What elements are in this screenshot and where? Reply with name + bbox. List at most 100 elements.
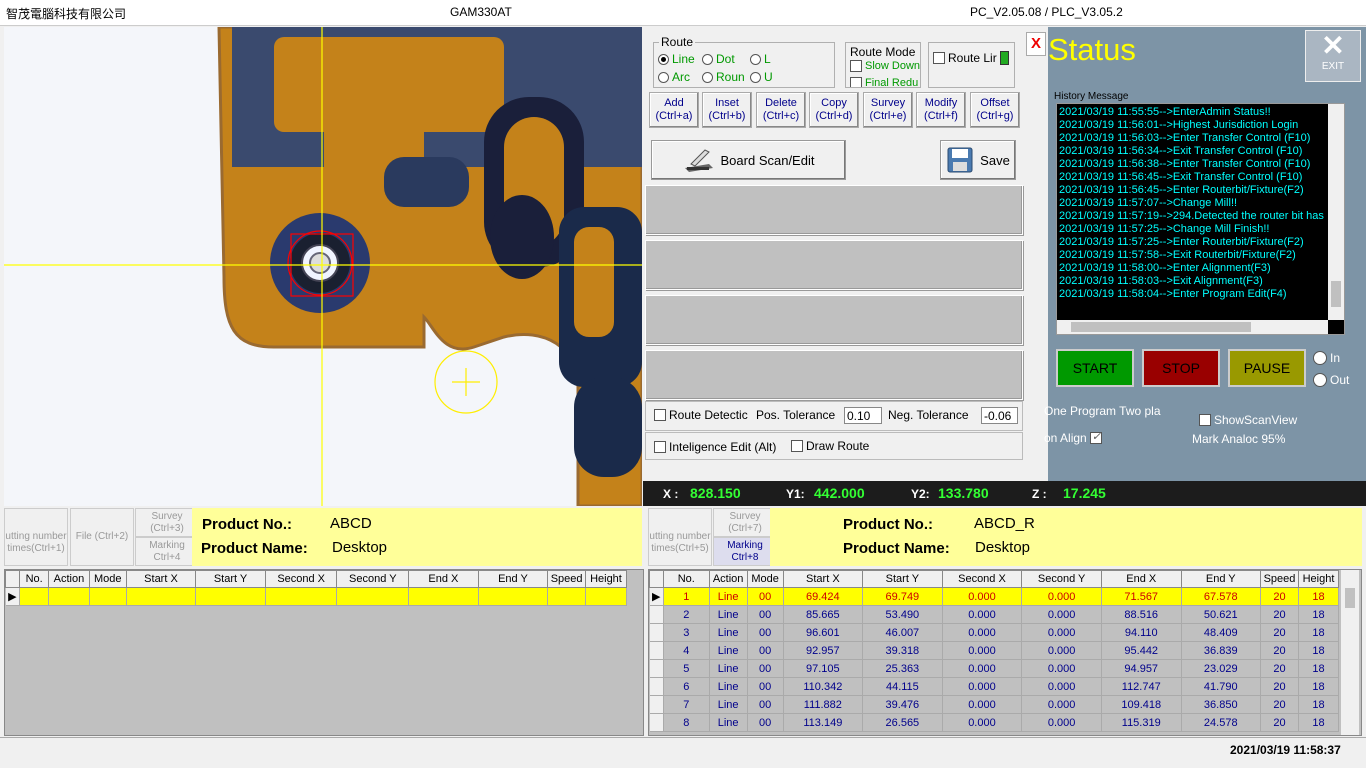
table-cell[interactable]: 85.665 <box>783 605 864 624</box>
history-hscrollbar[interactable] <box>1057 320 1328 334</box>
in-radio[interactable]: In <box>1313 351 1340 365</box>
on-align-checkbox[interactable]: on Align <box>1044 430 1102 445</box>
table-cell[interactable]: 50.621 <box>1181 605 1261 624</box>
table-cell[interactable]: 0.000 <box>1021 713 1102 732</box>
table-cell[interactable]: 113.149 <box>783 713 864 732</box>
column-header[interactable]: Start Y <box>195 570 266 588</box>
table-cell[interactable]: 18 <box>1298 641 1340 660</box>
table-cell[interactable]: 0.000 <box>1021 659 1102 678</box>
table-cell[interactable]: 18 <box>1298 587 1340 606</box>
column-header[interactable]: Speed <box>1259 570 1299 588</box>
table-cell[interactable]: Line <box>709 587 748 606</box>
table-cell[interactable]: 1 <box>663 587 710 606</box>
column-header[interactable]: Height <box>584 570 628 588</box>
stop-button[interactable]: STOP <box>1142 349 1220 387</box>
table-cell[interactable]: 69.424 <box>783 587 864 606</box>
column-header[interactable]: No. <box>662 570 710 588</box>
table-cell[interactable]: 20 <box>1260 641 1299 660</box>
table-cell[interactable]: 20 <box>1260 713 1299 732</box>
left-cutting-number-button[interactable]: utting number times(Ctrl+1) <box>4 508 68 566</box>
right-cutting-number-button[interactable]: utting number times(Ctrl+5) <box>648 508 712 566</box>
table-cell[interactable]: 18 <box>1298 659 1340 678</box>
column-header[interactable]: End X <box>408 570 479 588</box>
table-cell[interactable]: 112.747 <box>1101 677 1182 696</box>
route-u-radio[interactable]: U <box>750 70 773 84</box>
table-cell[interactable]: 00 <box>747 713 784 732</box>
table-cell[interactable]: 111.882 <box>783 695 864 714</box>
table-cell[interactable]: 20 <box>1260 695 1299 714</box>
table-cell[interactable]: 0.000 <box>942 659 1023 678</box>
column-header[interactable]: End Y <box>477 570 549 588</box>
column-header[interactable]: No. <box>19 570 49 588</box>
table-cell[interactable]: 44.115 <box>862 677 943 696</box>
table-cell[interactable]: 00 <box>747 659 784 678</box>
table-cell[interactable]: 0.000 <box>1021 695 1102 714</box>
table-cell[interactable]: 92.957 <box>783 641 864 660</box>
table-cell[interactable]: 20 <box>1260 623 1299 642</box>
table-cell[interactable]: 18 <box>1298 695 1340 714</box>
table-cell[interactable]: 48.409 <box>1181 623 1261 642</box>
table-cell[interactable]: 8 <box>663 713 710 732</box>
table-cell[interactable]: 25.363 <box>862 659 943 678</box>
table-cell[interactable]: 95.442 <box>1101 641 1182 660</box>
table-cell[interactable]: 0.000 <box>1021 623 1102 642</box>
right-route-table[interactable]: No. Action Mode Start X Start Y Second X Secon… <box>648 569 1362 736</box>
table-cell[interactable]: 00 <box>747 623 784 642</box>
table-cell[interactable]: 20 <box>1260 677 1299 696</box>
column-header[interactable]: Action <box>47 570 90 588</box>
table-row[interactable]: 4 Line 00 92.957 39.318 0.000 0.000 95.442 36.83… <box>649 641 1340 660</box>
table-cell[interactable]: 18 <box>1298 623 1340 642</box>
table-row[interactable]: 6 Line 00 110.342 44.115 0.000 0.000 112.747 41.… <box>649 677 1340 696</box>
table-cell[interactable]: 110.342 <box>783 677 864 696</box>
table-cell[interactable]: 69.749 <box>862 587 943 606</box>
route-l-radio[interactable]: L <box>750 52 771 66</box>
copy-button[interactable]: Copy (Ctrl+d) <box>809 92 859 128</box>
left-survey-button[interactable]: Survey (Ctrl+3) <box>135 508 199 537</box>
route-lir-checkbox[interactable]: Route Lir <box>933 51 1009 65</box>
table-cell[interactable]: Line <box>709 713 748 732</box>
table-cell[interactable]: 39.476 <box>862 695 943 714</box>
table-row[interactable]: 7 Line 00 111.882 39.476 0.000 0.000 109.418 36.… <box>649 695 1340 714</box>
right-marking-button[interactable]: Marking Ctrl+8 <box>713 537 777 566</box>
table-cell[interactable]: 0.000 <box>1021 677 1102 696</box>
table-cell[interactable]: 0.000 <box>1021 587 1102 606</box>
table-cell[interactable]: Line <box>709 677 748 696</box>
draw-route-checkbox[interactable]: Draw Route <box>791 439 869 453</box>
survey-button[interactable]: Survey (Ctrl+e) <box>863 92 913 128</box>
delete-button[interactable]: Delete (Ctrl+c) <box>756 92 806 128</box>
table-cell[interactable]: 00 <box>747 605 784 624</box>
column-header[interactable]: Start X <box>782 570 864 588</box>
table-cell[interactable]: 36.850 <box>1181 695 1261 714</box>
out-radio[interactable]: Out <box>1313 373 1349 387</box>
table-cell[interactable]: 115.319 <box>1101 713 1182 732</box>
table-cell[interactable]: Line <box>709 605 748 624</box>
column-header[interactable]: Start X <box>125 570 197 588</box>
column-header[interactable]: End Y <box>1180 570 1261 588</box>
table-cell[interactable]: 0.000 <box>942 713 1023 732</box>
table-cell[interactable]: Line <box>709 659 748 678</box>
camera-view[interactable] <box>4 27 642 506</box>
column-header[interactable]: Start Y <box>862 570 943 588</box>
route-dot-radio[interactable]: Dot <box>702 52 735 66</box>
column-header[interactable]: End X <box>1100 570 1182 588</box>
intelligence-edit-checkbox[interactable]: Inteligence Edit (Alt) <box>654 440 776 454</box>
column-header[interactable]: Second X <box>264 570 338 588</box>
column-header[interactable]: Mode <box>88 570 127 588</box>
table-row[interactable]: 3 Line 00 96.601 46.007 0.000 0.000 94.110 48.40… <box>649 623 1340 642</box>
table-cell[interactable]: 94.957 <box>1101 659 1182 678</box>
column-header[interactable]: Second X <box>941 570 1023 588</box>
table-cell[interactable]: 26.565 <box>862 713 943 732</box>
table-cell[interactable]: 109.418 <box>1101 695 1182 714</box>
table-cell[interactable]: 20 <box>1260 659 1299 678</box>
table-row[interactable]: ▶ 1 Line 00 69.424 69.749 0.000 0.000 71.567 67.5… <box>649 587 1340 606</box>
table-cell[interactable]: 24.578 <box>1181 713 1261 732</box>
table-cell[interactable]: 6 <box>663 677 710 696</box>
table-cell[interactable]: 00 <box>747 677 784 696</box>
table-cell[interactable]: 41.790 <box>1181 677 1261 696</box>
column-header[interactable]: Second Y <box>1021 570 1102 588</box>
table-cell[interactable]: 0.000 <box>1021 605 1102 624</box>
table-cell[interactable]: 97.105 <box>783 659 864 678</box>
board-scan-button[interactable]: Board Scan/Edit <box>651 140 846 180</box>
table-cell[interactable]: 0.000 <box>942 677 1023 696</box>
final-redu-checkbox[interactable]: Final Redu <box>850 77 918 87</box>
